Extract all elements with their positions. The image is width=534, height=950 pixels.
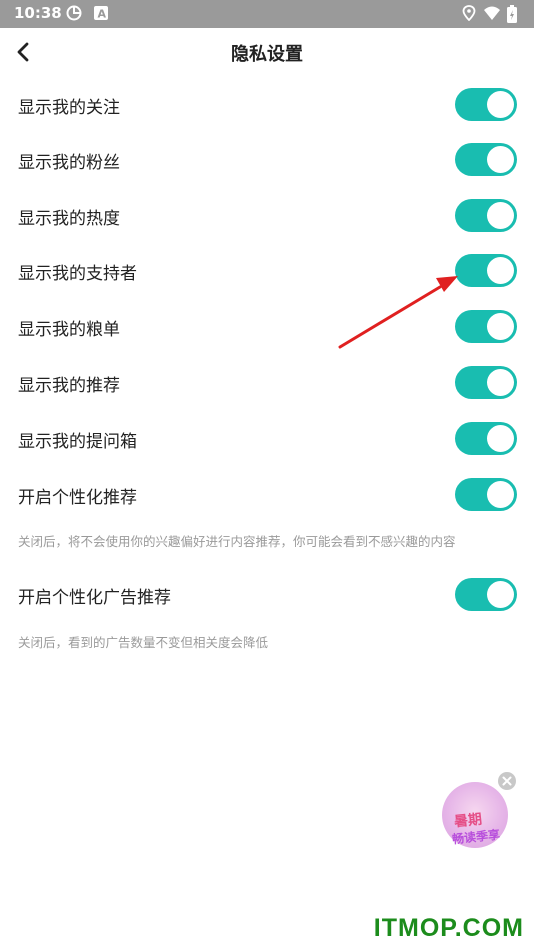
promo-widget[interactable]: 暑期 畅读季享 xyxy=(440,772,520,854)
toggle-knob xyxy=(487,481,514,508)
personalized-recommendation-toggle[interactable] xyxy=(455,478,517,511)
wifi-icon xyxy=(483,5,500,21)
setting-label: 显示我的关注 xyxy=(18,98,120,118)
toggle-knob xyxy=(487,146,514,173)
toggle-knob xyxy=(487,369,514,396)
page-title: 隐私设置 xyxy=(231,44,303,65)
svg-text:A: A xyxy=(98,8,107,21)
setting-row-follows: 显示我的关注 xyxy=(0,76,534,132)
toggle-knob xyxy=(487,91,514,118)
status-bar: 10:38 A xyxy=(0,0,534,28)
show-follows-toggle[interactable] xyxy=(455,88,517,121)
personalized-recommendation-hint: 关闭后，将不会使用你的兴趣偏好进行内容推荐，你可能会看到不感兴趣的内容 xyxy=(18,534,456,549)
setting-row-personalized-ads: 开启个性化广告推荐 xyxy=(0,566,534,622)
location-icon xyxy=(462,5,478,22)
status-time: 10:38 xyxy=(14,4,62,22)
setting-label: 开启个性化广告推荐 xyxy=(18,588,171,608)
show-supporters-toggle[interactable] xyxy=(455,254,517,287)
setting-row-recommendations: 显示我的推荐 xyxy=(0,354,534,410)
setting-label: 显示我的推荐 xyxy=(18,376,120,396)
promo-line2: 畅读季享 xyxy=(451,827,501,847)
header: 隐私设置 xyxy=(0,28,534,76)
show-heat-toggle[interactable] xyxy=(455,199,517,232)
toggle-knob xyxy=(487,425,514,452)
setting-label: 显示我的热度 xyxy=(18,209,120,229)
battery-icon xyxy=(507,5,523,23)
setting-row-heat: 显示我的热度 xyxy=(0,187,534,243)
watermark: ITMOP.COM xyxy=(373,914,524,942)
show-fans-toggle[interactable] xyxy=(455,143,517,176)
setting-label: 显示我的粮单 xyxy=(18,320,120,340)
personalized-ads-toggle[interactable] xyxy=(455,578,517,611)
font-app-icon: A xyxy=(94,5,110,21)
personalized-ads-hint: 关闭后，看到的广告数量不变但相关度会降低 xyxy=(18,635,269,650)
show-question-box-toggle[interactable] xyxy=(455,422,517,455)
toggle-knob xyxy=(487,202,514,229)
toggle-knob xyxy=(487,313,514,340)
setting-row-question-box: 显示我的提问箱 xyxy=(0,410,534,466)
toggle-knob xyxy=(487,257,514,284)
setting-row-personalized-recommendation: 开启个性化推荐 xyxy=(0,466,534,522)
setting-label: 显示我的粉丝 xyxy=(18,153,120,173)
sync-icon xyxy=(66,5,82,21)
setting-label: 显示我的提问箱 xyxy=(18,432,137,452)
setting-row-lists: 显示我的粮单 xyxy=(0,298,534,354)
show-recommendations-toggle[interactable] xyxy=(455,366,517,399)
promo-close-button[interactable] xyxy=(498,772,516,790)
toggle-knob xyxy=(487,581,514,608)
show-lists-toggle[interactable] xyxy=(455,310,517,343)
setting-row-supporters: 显示我的支持者 xyxy=(0,242,534,298)
setting-row-fans: 显示我的粉丝 xyxy=(0,131,534,187)
setting-label: 显示我的支持者 xyxy=(18,264,137,284)
setting-label: 开启个性化推荐 xyxy=(18,488,137,508)
close-icon xyxy=(502,776,512,786)
